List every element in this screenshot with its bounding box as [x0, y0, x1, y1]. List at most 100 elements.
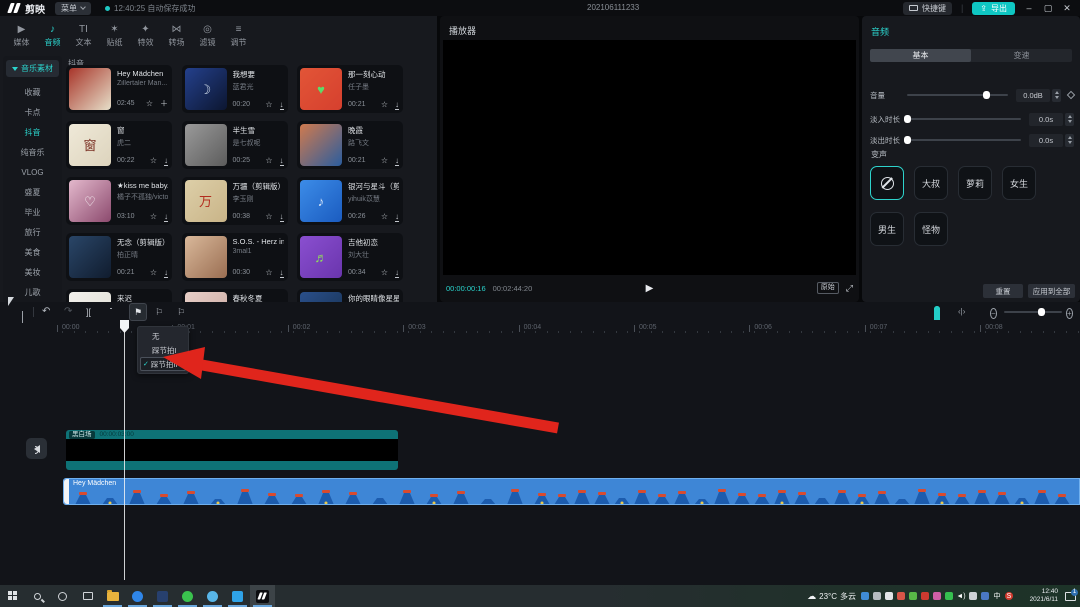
- value-stepper[interactable]: [1065, 113, 1074, 126]
- file-explorer[interactable]: [100, 585, 125, 607]
- nav-tab-调节[interactable]: ≡调节: [223, 16, 254, 56]
- zoom-out-button[interactable]: −: [990, 307, 997, 321]
- sidebar-item-抖音[interactable]: 抖音: [3, 123, 62, 143]
- sidebar-item-VLOG[interactable]: VLOG: [3, 163, 62, 183]
- favorite-star-icon[interactable]: ☆: [265, 268, 272, 277]
- favorite-star-icon[interactable]: ☆: [150, 268, 157, 277]
- slider-handle[interactable]: [904, 115, 911, 123]
- sidebar-item-毕业[interactable]: 毕业: [3, 203, 62, 223]
- action-center-button[interactable]: 1: [1065, 592, 1076, 601]
- download-icon[interactable]: ↓: [395, 268, 399, 277]
- mic-icon[interactable]: [885, 592, 893, 600]
- split-button[interactable]: ][: [86, 305, 91, 319]
- favorite-star-icon[interactable]: ☆: [150, 156, 157, 165]
- select-tool-button[interactable]: [8, 305, 14, 319]
- stocks-app[interactable]: [150, 585, 175, 607]
- music-card[interactable]: Hey MädchenZillertaler Man...02:45☆＋: [66, 65, 172, 113]
- tray-green-icon[interactable]: [909, 592, 917, 600]
- play-button[interactable]: ▶: [646, 283, 654, 294]
- capcut[interactable]: [250, 585, 275, 607]
- slider-handle[interactable]: [904, 136, 911, 144]
- apply-to-all-button[interactable]: 应用到全部: [1028, 284, 1075, 298]
- music-card[interactable]: 你的眼睛像星星: [297, 289, 403, 302]
- music-card[interactable]: 无念（剪辑版）柏正晴00:21☆↓: [66, 233, 172, 281]
- favorite-star-icon[interactable]: ☆: [265, 156, 272, 165]
- favorite-star-icon[interactable]: ☆: [150, 212, 157, 221]
- nav-tab-文本[interactable]: TI文本: [68, 16, 99, 56]
- download-icon[interactable]: ↓: [164, 212, 168, 221]
- tray-red2-icon[interactable]: [921, 592, 929, 600]
- music-card[interactable]: 晚霞路飞文00:21☆↓: [297, 121, 403, 169]
- nav-tab-媒体[interactable]: ▶媒体: [6, 16, 37, 56]
- ime-icon[interactable]: 中: [993, 592, 1001, 600]
- nav-tab-滤镜[interactable]: ◎滤镜: [192, 16, 223, 56]
- add-to-timeline-icon[interactable]: ＋: [160, 98, 168, 109]
- tray-chat-icon[interactable]: [945, 592, 953, 600]
- maximize-button[interactable]: ▢: [1043, 3, 1053, 14]
- favorite-star-icon[interactable]: ☆: [265, 100, 272, 109]
- start-button[interactable]: [0, 585, 25, 607]
- inspector-tab-变速[interactable]: 变速: [971, 49, 1072, 62]
- flag-marker-button[interactable]: ⚐: [155, 305, 163, 319]
- music-card[interactable]: ♡★kiss me baby...橘子不孤独/victor...03:10☆↓: [66, 177, 172, 225]
- slider-track[interactable]: [907, 118, 1021, 120]
- nav-tab-音频[interactable]: ♪音频: [37, 16, 68, 56]
- value-stepper[interactable]: [1065, 134, 1074, 147]
- sidebar-group-music[interactable]: 音乐素材: [6, 60, 59, 77]
- favorite-star-icon[interactable]: ☆: [381, 212, 388, 221]
- tray-box-icon[interactable]: [873, 592, 881, 600]
- photos-app[interactable]: [225, 585, 250, 607]
- music-card[interactable]: ♪银河与星斗（剪...yihuik苡慧00:26☆↓: [297, 177, 403, 225]
- weather-widget[interactable]: ☁ 23°C 多云: [807, 591, 856, 602]
- audio-clip[interactable]: Hey Mädchen: [63, 478, 1080, 505]
- voice-option-女生[interactable]: 女生: [1002, 166, 1036, 200]
- taskbar-clock[interactable]: 12:40 2021/6/11: [1018, 588, 1058, 604]
- qq[interactable]: [200, 585, 225, 607]
- nav-tab-转场[interactable]: ⋈转场: [161, 16, 192, 56]
- menu-item-踩节拍I[interactable]: 踩节拍I: [140, 343, 186, 357]
- music-card[interactable]: ☽我想要蓝君光00:20☆↓: [182, 65, 288, 113]
- browser[interactable]: [125, 585, 150, 607]
- menu-item-踩节拍II[interactable]: ✓踩节拍II: [140, 357, 186, 371]
- download-icon[interactable]: ↓: [395, 156, 399, 165]
- undo-button[interactable]: ↶: [42, 305, 50, 319]
- mute-track-button[interactable]: [26, 438, 47, 459]
- sidebar-item-美妆[interactable]: 美妆: [3, 263, 62, 283]
- music-card[interactable]: S.O.S. - Herz in...3mal100:30☆↓: [182, 233, 288, 281]
- marker-button[interactable]: ⚐: [177, 305, 185, 319]
- music-card[interactable]: 半生雪是七叔呢00:25☆↓: [182, 121, 288, 169]
- favorite-star-icon[interactable]: ☆: [381, 268, 388, 277]
- favorite-star-icon[interactable]: ☆: [265, 212, 272, 221]
- zoom-slider-handle[interactable]: [1038, 308, 1045, 316]
- original-ratio-button[interactable]: 原始: [817, 282, 839, 294]
- playhead-line[interactable]: [124, 322, 125, 580]
- volume-icon[interactable]: ◄): [957, 592, 965, 600]
- download-icon[interactable]: ↓: [395, 100, 399, 109]
- music-card[interactable]: 窗窗虎二00:22☆↓: [66, 121, 172, 169]
- wechat[interactable]: [175, 585, 200, 607]
- slider-handle[interactable]: [983, 91, 990, 99]
- keyframe-diamond-icon[interactable]: [1067, 91, 1075, 99]
- download-icon[interactable]: ↓: [280, 100, 284, 109]
- sidebar-item-盛夏[interactable]: 盛夏: [3, 183, 62, 203]
- defender-icon[interactable]: [861, 592, 869, 600]
- export-button[interactable]: ⇪ 导出: [972, 2, 1015, 15]
- voice-option-怪物[interactable]: 怪物: [914, 212, 948, 246]
- music-card[interactable]: ♥那一刻心动任子墨00:21☆↓: [297, 65, 403, 113]
- sidebar-item-卡点[interactable]: 卡点: [3, 103, 62, 123]
- beat-marker-button[interactable]: ⚑: [129, 303, 147, 321]
- download-icon[interactable]: ↓: [280, 156, 284, 165]
- network-icon[interactable]: [981, 592, 989, 600]
- search-button[interactable]: [25, 585, 50, 607]
- voice-option-none[interactable]: [870, 166, 904, 200]
- menu-item-无[interactable]: 无: [140, 329, 186, 343]
- task-view-button[interactable]: [75, 585, 100, 607]
- download-icon[interactable]: ↓: [164, 268, 168, 277]
- tray-red-icon[interactable]: [897, 592, 905, 600]
- download-icon[interactable]: ↓: [395, 212, 399, 221]
- snap-magnet-button[interactable]: [934, 308, 940, 322]
- download-icon[interactable]: ↓: [164, 156, 168, 165]
- slider-track[interactable]: [907, 94, 1008, 96]
- voice-option-萝莉[interactable]: 萝莉: [958, 166, 992, 200]
- sidebar-item-收藏[interactable]: 收藏: [3, 83, 62, 103]
